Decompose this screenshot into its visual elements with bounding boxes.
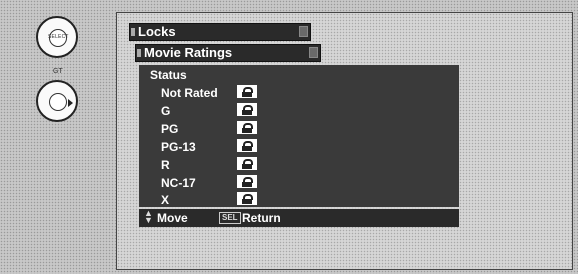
- ratings-panel: Status Not Rated G PG PG-13 R NC-17 X: [139, 65, 459, 207]
- direction-pad-button[interactable]: [36, 80, 78, 122]
- rating-label: PG: [161, 122, 179, 136]
- rating-row-nc-17[interactable]: NC-17: [161, 174, 257, 190]
- lock-icon[interactable]: [237, 103, 257, 116]
- move-hint: Move: [157, 211, 188, 225]
- lock-icon[interactable]: [237, 175, 257, 188]
- return-hint: Return: [242, 211, 281, 225]
- select-button-center: SELECT: [48, 29, 69, 47]
- tv-screen: Locks Movie Ratings Status Not Rated G P…: [116, 12, 573, 270]
- select-button[interactable]: SELECT: [36, 16, 78, 58]
- pad-label: GT: [53, 68, 63, 75]
- submenu-title-bar: Movie Ratings: [135, 44, 321, 62]
- rating-label: R: [161, 158, 170, 172]
- arrow-right-icon: [68, 99, 73, 107]
- lock-icon[interactable]: [237, 139, 257, 152]
- title-marker-icon: [131, 28, 135, 36]
- lock-icon[interactable]: [237, 157, 257, 170]
- rating-row-pg-13[interactable]: PG-13: [161, 138, 257, 154]
- select-button-label: SELECT: [48, 34, 69, 40]
- direction-pad-center: [49, 93, 67, 111]
- rating-label: NC-17: [161, 176, 196, 190]
- rating-row-x[interactable]: X: [161, 191, 257, 207]
- rating-row-not-rated[interactable]: Not Rated: [161, 84, 257, 100]
- lock-icon[interactable]: [237, 85, 257, 98]
- rating-row-r[interactable]: R: [161, 156, 257, 172]
- help-bar: ▲ ▼ Move SEL Return: [139, 209, 459, 227]
- subtitle-marker-icon: [137, 49, 141, 57]
- lock-icon[interactable]: [237, 192, 257, 205]
- submenu-title: Movie Ratings: [144, 45, 233, 60]
- subtitle-corner-icon: [309, 47, 318, 58]
- rating-row-pg[interactable]: PG: [161, 120, 257, 136]
- menu-title: Locks: [138, 24, 176, 39]
- rating-label: Not Rated: [161, 86, 218, 100]
- sel-key-icon: SEL: [219, 212, 241, 224]
- rating-label: PG-13: [161, 140, 196, 154]
- rating-label: G: [161, 104, 171, 118]
- rating-row-g[interactable]: G: [161, 102, 257, 118]
- menu-title-bar: Locks: [129, 23, 311, 41]
- status-heading: Status: [150, 68, 187, 82]
- rating-label: X: [161, 193, 170, 207]
- lock-icon[interactable]: [237, 121, 257, 134]
- title-corner-icon: [299, 26, 308, 37]
- up-down-arrows-icon: ▲ ▼: [144, 208, 153, 225]
